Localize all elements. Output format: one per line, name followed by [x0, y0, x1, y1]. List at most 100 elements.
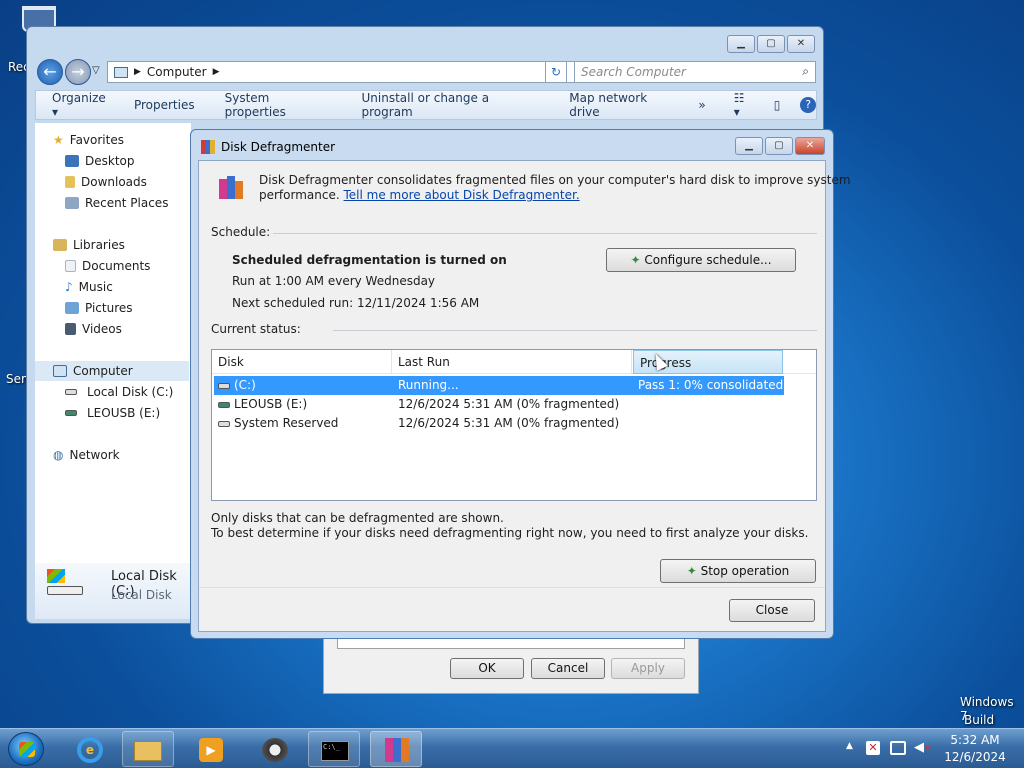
nav-pictures[interactable]: Pictures: [65, 301, 133, 315]
drive-large-icon: [47, 569, 83, 601]
documents-icon: [65, 260, 76, 272]
progress-cell: Pass 1: 0% consolidated: [638, 378, 784, 392]
videos-icon: [65, 323, 76, 335]
note-only-defraggable: Only disks that can be defragmented are …: [211, 511, 504, 525]
maximize-button[interactable]: ▢: [765, 137, 793, 155]
intro-text-2: performance.: [259, 188, 340, 202]
nav-desktop[interactable]: Desktop: [65, 154, 135, 168]
details-type: Local Disk: [111, 588, 172, 602]
properties-button[interactable]: Properties: [134, 98, 195, 112]
taskbar: e ▶ C:\_ ▲ ✕ ◀✕ 5:32 AM 12/6/2024: [0, 728, 1024, 768]
nav-leousb[interactable]: LEOUSB (E:): [65, 406, 160, 420]
ok-button[interactable]: OK: [450, 658, 524, 679]
nav-computer[interactable]: Computer: [35, 361, 189, 381]
close-button[interactable]: ✕: [795, 137, 825, 155]
nav-downloads[interactable]: Downloads: [65, 175, 147, 189]
close-dialog-button[interactable]: Close: [729, 599, 815, 622]
help-icon[interactable]: ?: [800, 97, 816, 113]
column-header-disk[interactable]: Disk: [212, 350, 392, 374]
preview-pane-icon[interactable]: ▯: [774, 98, 781, 112]
disk-row[interactable]: System Reserved 12/6/2024 5:31 AM (0% fr…: [214, 414, 784, 433]
disk-list[interactable]: Disk Last Run Progress (C:) Running... P…: [211, 349, 817, 501]
cancel-button[interactable]: Cancel: [531, 658, 605, 679]
apply-button[interactable]: Apply: [611, 658, 685, 679]
recent-places-icon: [65, 197, 79, 209]
minimize-button[interactable]: ▁: [727, 35, 755, 53]
back-button[interactable]: ←: [37, 59, 63, 85]
more-commands-button[interactable]: »: [698, 98, 705, 112]
disk-row[interactable]: (C:) Running... Pass 1: 0% consolidated: [214, 376, 784, 395]
nav-music[interactable]: ♪ Music: [65, 280, 113, 294]
clock-date[interactable]: 12/6/2024: [944, 750, 1006, 764]
folder-icon: [134, 741, 162, 761]
breadcrumb-separator-icon: ▶: [134, 67, 141, 77]
configure-schedule-button[interactable]: ✦ Configure schedule...: [606, 248, 796, 272]
taskbar-disk-defragmenter[interactable]: [370, 731, 422, 767]
disk-row[interactable]: LEOUSB (E:) 12/6/2024 5:31 AM (0% fragme…: [214, 395, 784, 414]
taskbar-media-player[interactable]: ▶: [186, 731, 238, 767]
view-options-icon[interactable]: ☷ ▾: [734, 91, 754, 119]
taskbar-internet-explorer[interactable]: e: [64, 731, 116, 767]
disk-defragmenter-window: Disk Defragmenter ▁ ▢ ✕ Disk Defragmente…: [190, 129, 851, 639]
taskbar-explorer[interactable]: [122, 731, 174, 767]
computer-icon: [53, 365, 67, 377]
nav-label: Libraries: [73, 238, 125, 252]
close-button[interactable]: ✕: [787, 35, 815, 53]
map-network-drive-button[interactable]: Map network drive: [569, 91, 678, 119]
forward-button[interactable]: →: [65, 59, 91, 85]
recent-pages-chevron-icon[interactable]: ▽: [92, 65, 100, 76]
system-properties-button[interactable]: System properties: [225, 91, 332, 119]
search-input[interactable]: Search Computer ⌕: [574, 61, 816, 83]
refresh-button[interactable]: ↻: [545, 61, 567, 83]
taskbar-command-prompt[interactable]: C:\_: [308, 731, 360, 767]
clock-time[interactable]: 5:32 AM: [944, 733, 1006, 747]
nav-label: Documents: [82, 259, 151, 273]
nav-documents[interactable]: Documents: [65, 259, 150, 273]
address-bar[interactable]: ▶ Computer ▶ ⌵: [107, 61, 595, 83]
start-button[interactable]: [8, 732, 44, 766]
media-player-icon: ▶: [199, 738, 223, 762]
internet-explorer-icon: e: [77, 737, 103, 763]
button-label: Stop operation: [700, 564, 790, 578]
nav-label: Computer: [73, 364, 133, 378]
maximize-button[interactable]: ▢: [757, 35, 785, 53]
schedule-heading: Schedule:: [211, 225, 271, 239]
show-hidden-icons-button[interactable]: ▲: [846, 741, 853, 751]
disk-cell: System Reserved: [218, 414, 338, 433]
volume-muted-icon[interactable]: ◀✕: [914, 740, 932, 755]
current-status-heading: Current status:: [211, 322, 301, 336]
defragmenter-app-icon: [217, 173, 245, 201]
nav-label: Downloads: [81, 175, 147, 189]
taskbar-raccoon-app[interactable]: [248, 731, 300, 767]
status-divider: [333, 330, 817, 331]
nav-favorites[interactable]: ★ Favorites: [53, 133, 124, 147]
command-bar: Organize ▾ Properties System properties …: [35, 90, 817, 120]
uninstall-program-button[interactable]: Uninstall or change a program: [362, 91, 540, 119]
action-center-icon[interactable]: ✕: [866, 741, 880, 755]
schedule-run-time: Run at 1:00 AM every Wednesday: [232, 274, 436, 288]
network-tray-icon[interactable]: [890, 741, 906, 755]
nav-recent-places[interactable]: Recent Places: [65, 196, 168, 210]
breadcrumb-computer[interactable]: Computer: [147, 65, 207, 79]
nav-label: Desktop: [85, 154, 135, 168]
learn-more-link[interactable]: Tell me more about Disk Defragmenter.: [344, 188, 580, 202]
usb-drive-icon: [218, 401, 230, 408]
button-label: Configure schedule...: [644, 253, 772, 267]
nav-videos[interactable]: Videos: [65, 322, 122, 336]
intro-text: Disk Defragmenter consolidates fragmente…: [259, 173, 851, 187]
defrag-client-area: Disk Defragmenter consolidates fragmente…: [198, 160, 851, 632]
schedule-divider: [273, 233, 817, 234]
minimize-button[interactable]: ▁: [735, 137, 763, 155]
nav-libraries[interactable]: Libraries: [53, 238, 125, 252]
nav-local-disk[interactable]: Local Disk (C:): [65, 385, 173, 399]
nav-network[interactable]: ◍ Network: [53, 448, 120, 462]
note-analyze: To best determine if your disks need def…: [211, 526, 809, 540]
search-icon: ⌕: [802, 64, 809, 78]
organize-menu[interactable]: Organize ▾: [52, 91, 114, 119]
column-header-last-run[interactable]: Last Run: [392, 350, 632, 374]
command-prompt-icon: C:\_: [321, 741, 349, 761]
stop-operation-button[interactable]: ✦ Stop operation: [660, 559, 816, 583]
defrag-window-controls: ▁ ▢ ✕: [735, 137, 825, 155]
nav-label: Pictures: [85, 301, 133, 315]
defragmenter-icon: [385, 738, 409, 762]
